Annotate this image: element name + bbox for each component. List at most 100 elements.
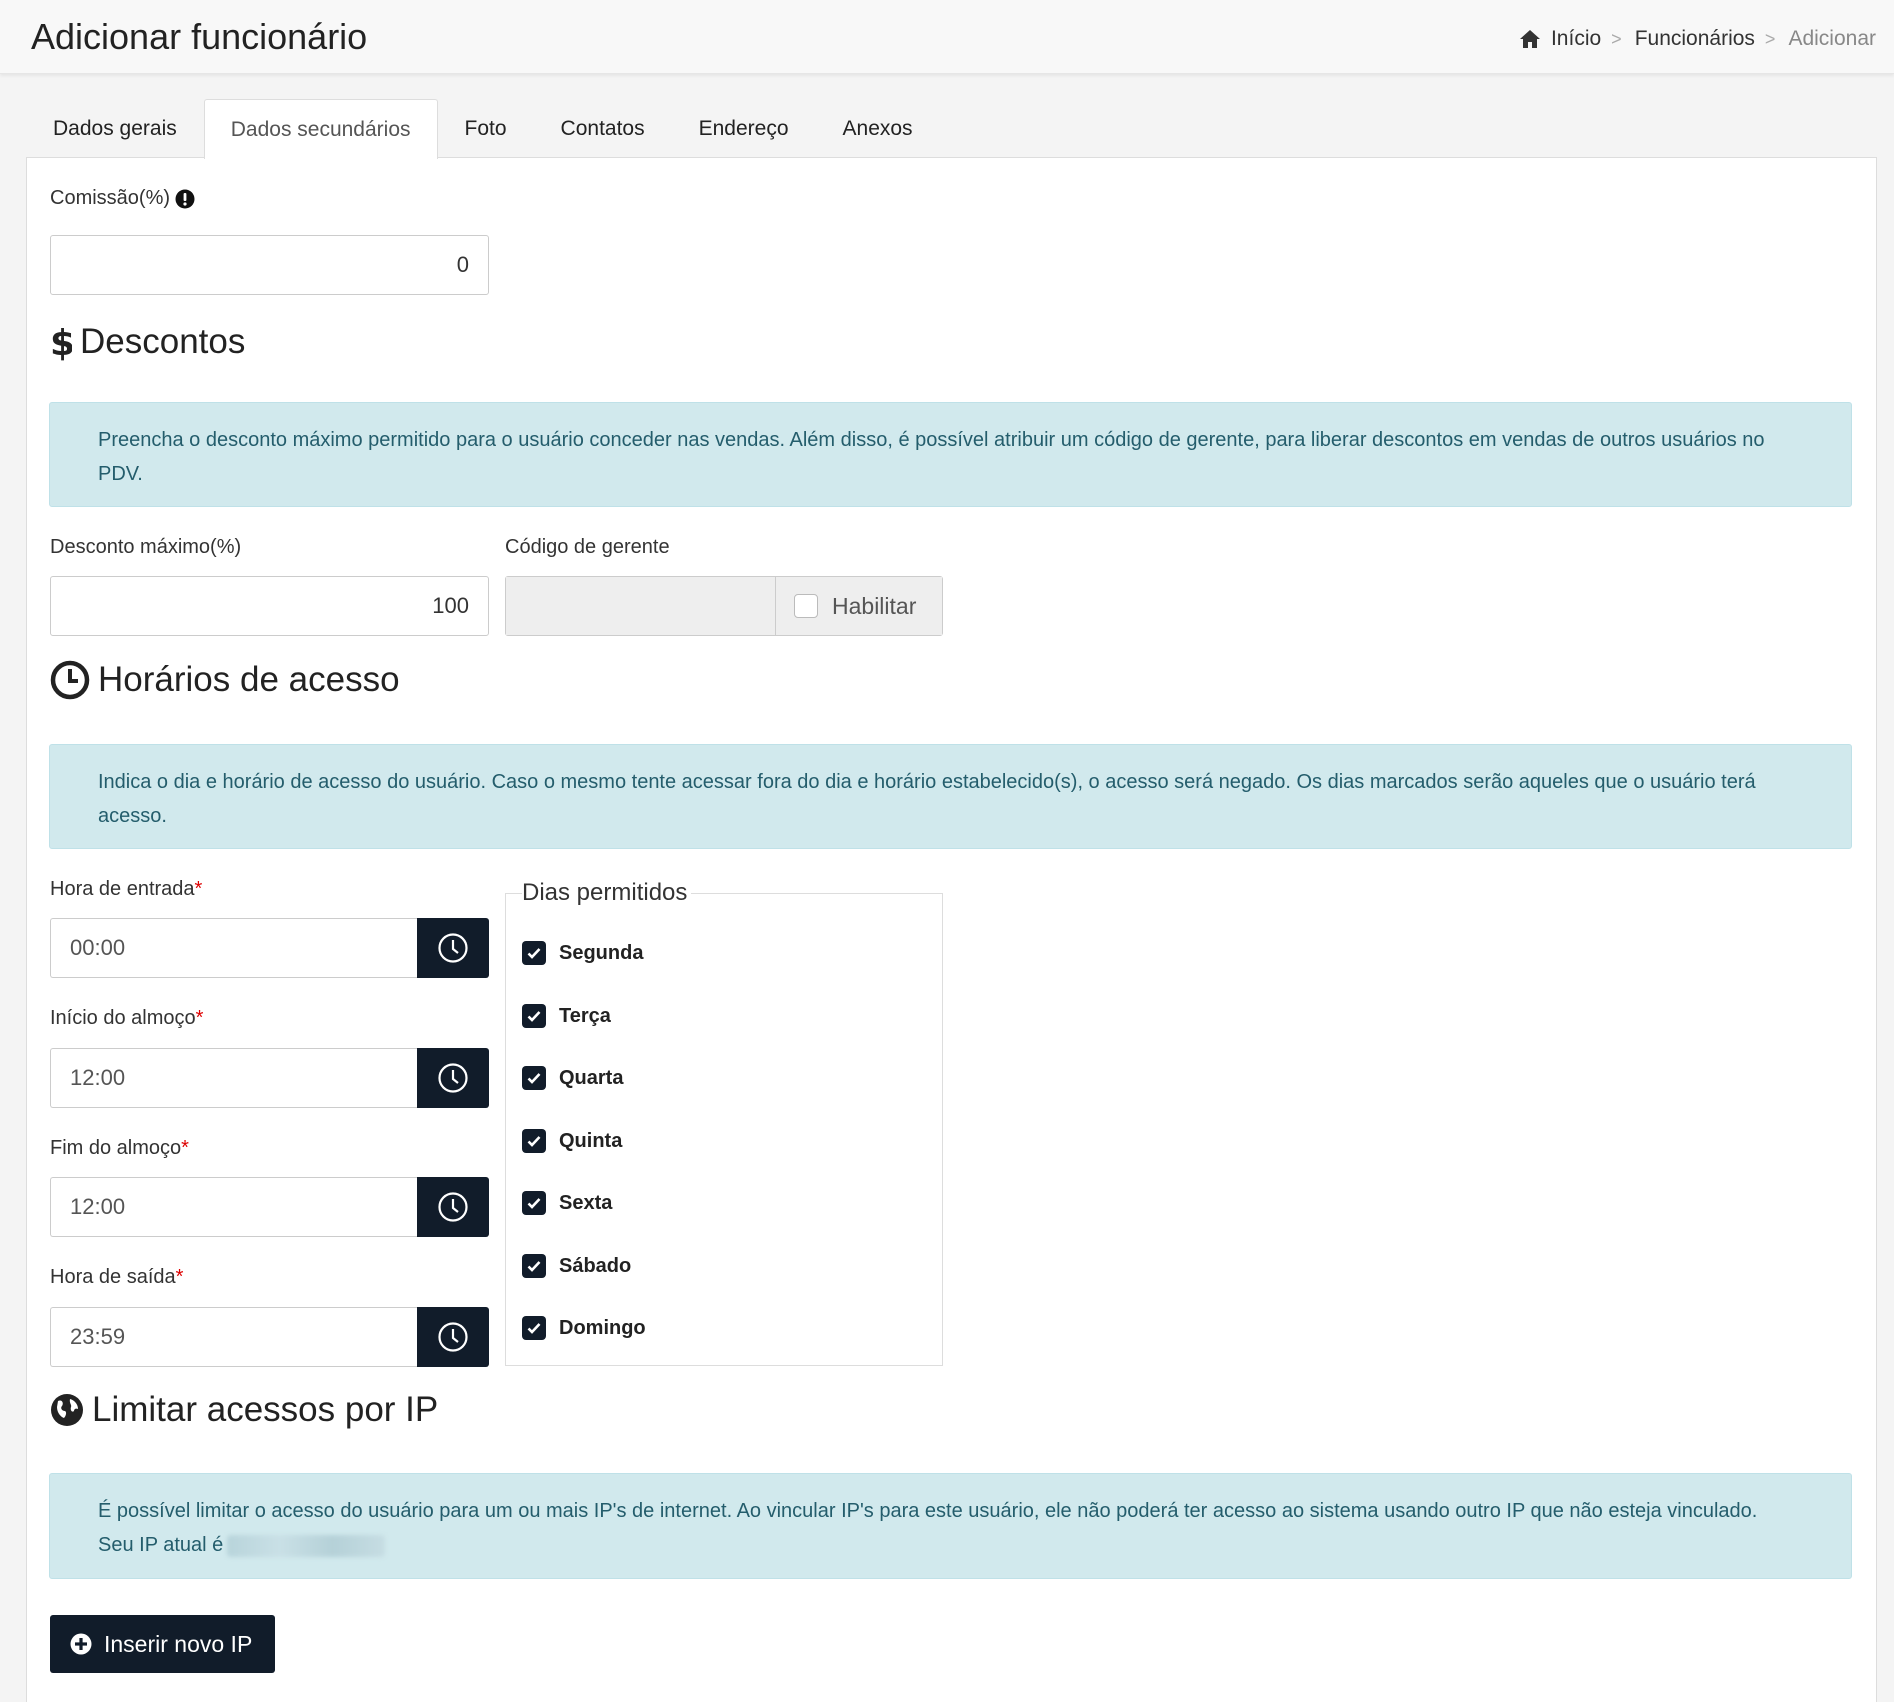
inicio-almoco-input[interactable]: 12:00 [50,1048,417,1108]
comissao-input[interactable]: 0 [50,235,489,295]
segunda-checkbox[interactable] [522,941,546,965]
fim-almoco-group: 12:00 [50,1177,489,1237]
horarios-heading: Horários de acesso [50,660,400,700]
descontos-info-text: Preencha o desconto máximo permitido par… [98,429,1765,485]
clock-icon [438,933,468,963]
breadcrumb-adicionar: Adicionar [1788,27,1876,50]
breadcrumb-separator: > [1611,28,1622,49]
codigo-gerente-group: Habilitar [505,576,943,636]
breadcrumb-separator: > [1764,28,1776,49]
tab-dados-gerais[interactable]: Dados gerais [26,99,204,158]
check-icon [527,1073,541,1084]
breadcrumb-inicio[interactable]: Início [1551,27,1601,51]
horarios-info-alert: Indica o dia e horário de acesso do usuá… [49,744,1852,849]
ip-heading: Limitar acessos por IP [50,1390,438,1430]
domingo-checkbox[interactable] [522,1316,546,1340]
habilitar-addon[interactable]: Habilitar [776,577,942,635]
dia-quinta[interactable]: Quinta [522,1129,622,1153]
tab-anexos[interactable]: Anexos [816,99,940,158]
habilitar-label: Habilitar [832,592,917,619]
dias-permitidos-fieldset: Dias permitidos Segunda Terça Quarta Qui… [505,879,943,1366]
inserir-novo-ip-label: Inserir novo IP [104,1630,253,1657]
sabado-label: Sábado [559,1254,632,1277]
ip-info-text: É possível limitar o acesso do usuário p… [98,1500,1758,1522]
tab-contatos[interactable]: Contatos [534,99,672,158]
ip-current-label: Seu IP atual é [98,1534,224,1556]
dia-sexta[interactable]: Sexta [522,1191,612,1215]
svg-text:$: $ [50,323,72,361]
required-mark: * [181,1137,189,1159]
codigo-gerente-label: Código de gerente [505,536,670,558]
hora-saida-group: 23:59 [50,1307,489,1367]
hora-saida-label: Hora de saída* [50,1266,183,1289]
horarios-title: Horários de acesso [98,660,400,699]
descontos-heading: $ Descontos [50,322,245,362]
inicio-almoco-group: 12:00 [50,1048,489,1108]
sexta-label: Sexta [559,1191,613,1214]
dia-domingo[interactable]: Domingo [522,1316,646,1340]
hora-saida-clock-button[interactable] [417,1307,489,1367]
ip-current-line: Seu IP atual é [98,1528,1803,1562]
globe-icon [51,1394,83,1426]
ip-info-alert: É possível limitar o acesso do usuário p… [49,1473,1852,1579]
check-icon [527,1323,541,1334]
dia-terca[interactable]: Terça [522,1004,611,1028]
domingo-label: Domingo [559,1316,646,1339]
clock-icon [50,660,90,700]
check-icon [527,948,541,959]
check-icon [527,1198,541,1209]
clock-icon [438,1192,468,1222]
descontos-info-alert: Preencha o desconto máximo permitido par… [49,402,1852,507]
breadcrumb: Início > Funcionários > Adicionar [1519,27,1876,51]
horarios-info-text: Indica o dia e horário de acesso do usuá… [98,771,1756,827]
check-icon [527,1136,541,1147]
required-mark: * [175,1266,184,1288]
tab-bar: Dados gerais Dados secundários Foto Cont… [26,99,940,159]
comissao-label-text: Comissão(%) [50,187,171,209]
required-mark: * [195,1007,204,1029]
tab-endereco[interactable]: Endereço [672,99,816,158]
sexta-checkbox[interactable] [522,1191,546,1215]
comissao-label: Comissão(%) [50,187,195,210]
fim-almoco-input[interactable]: 12:00 [50,1177,417,1237]
dia-quarta[interactable]: Quarta [522,1066,623,1090]
inicio-almoco-label-text: Início do almoço [50,1007,196,1029]
dia-sabado[interactable]: Sábado [522,1254,631,1278]
exclamation-circle-icon [175,189,195,208]
dias-permitidos-legend: Dias permitidos [522,879,692,907]
sabado-checkbox[interactable] [522,1254,546,1278]
terca-checkbox[interactable] [522,1004,546,1028]
page-title: Adicionar funcionário [31,16,368,57]
quarta-checkbox[interactable] [522,1066,546,1090]
dollar-icon: $ [50,323,72,361]
dia-segunda[interactable]: Segunda [522,941,643,965]
hora-entrada-label: Hora de entrada* [50,878,202,901]
plus-circle-icon [70,1633,92,1655]
fim-almoco-label: Fim do almoço* [50,1137,189,1160]
habilitar-checkbox[interactable] [794,594,818,618]
page-header: Adicionar funcionário Início > Funcionár… [0,0,1894,74]
check-icon [527,1011,541,1022]
clock-icon [438,1322,468,1352]
inserir-novo-ip-button[interactable]: Inserir novo IP [50,1615,275,1673]
hora-entrada-clock-button[interactable] [417,918,489,978]
fim-almoco-clock-button[interactable] [417,1177,489,1237]
segunda-label: Segunda [559,941,644,964]
quinta-checkbox[interactable] [522,1129,546,1153]
home-icon [1519,30,1540,48]
hora-entrada-input[interactable]: 00:00 [50,918,417,978]
clock-icon [438,1063,468,1093]
hora-saida-input[interactable]: 23:59 [50,1307,417,1367]
hora-entrada-group: 00:00 [50,918,489,978]
quinta-label: Quinta [559,1129,623,1152]
ip-title: Limitar acessos por IP [92,1390,439,1429]
tab-foto[interactable]: Foto [438,99,534,158]
inicio-almoco-clock-button[interactable] [417,1048,489,1108]
quarta-label: Quarta [559,1066,624,1089]
breadcrumb-funcionarios[interactable]: Funcionários [1635,27,1755,51]
desconto-maximo-input[interactable]: 100 [50,576,489,636]
tab-dados-secundarios[interactable]: Dados secundários [203,99,438,159]
codigo-gerente-input [506,577,776,635]
terca-label: Terça [559,1004,611,1027]
required-mark: * [194,878,203,900]
